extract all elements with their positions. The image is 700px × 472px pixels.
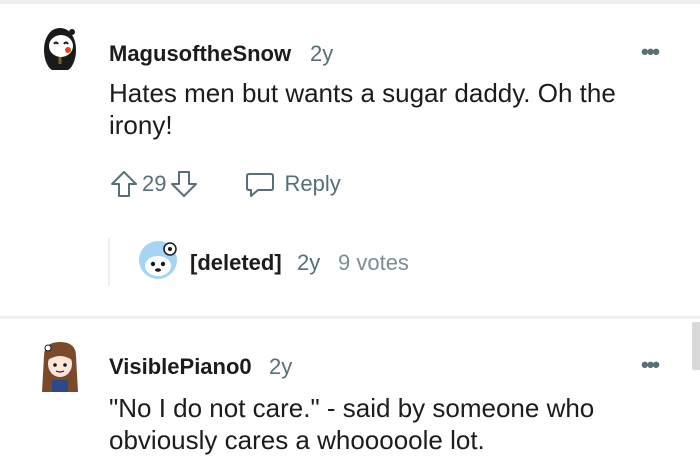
reply-age: 2y [297, 250, 321, 275]
top-divider [0, 0, 700, 4]
comment-body-line-1: Hates men but wants a sugar daddy. Oh th… [109, 78, 616, 108]
reply-icon [246, 173, 275, 197]
upvote-icon[interactable] [108, 168, 140, 200]
comment-body-line-2: irony! [109, 110, 173, 140]
reply-button[interactable]: Reply [244, 169, 341, 199]
comment-actions: 29 Reply [108, 168, 341, 200]
comment-body-line-1: "No I do not care." - said by someone wh… [109, 393, 595, 423]
avatar[interactable] [38, 26, 82, 70]
more-options-icon[interactable]: ••• [641, 39, 660, 65]
avatar[interactable] [138, 240, 178, 280]
reply-label: Reply [284, 171, 341, 196]
downvote-icon[interactable] [168, 168, 200, 200]
comment-age: 2y [310, 41, 334, 66]
comment-age: 2y [269, 354, 293, 379]
more-options-icon[interactable]: ••• [641, 352, 660, 378]
comment-divider [0, 316, 700, 319]
deleted-author: [deleted] [190, 250, 282, 275]
scrollbar-thumb[interactable] [692, 322, 700, 370]
avatar[interactable] [38, 338, 82, 396]
comment-author[interactable]: MagusoftheSnow [109, 41, 291, 67]
comment-author[interactable]: VisiblePiano0 [109, 354, 252, 380]
thread-line[interactable] [108, 238, 110, 286]
vote-total: 9 votes [338, 250, 409, 275]
vote-count: 29 [142, 171, 167, 196]
comment-body-line-2: obviously cares a whooooole lot. [109, 425, 485, 455]
